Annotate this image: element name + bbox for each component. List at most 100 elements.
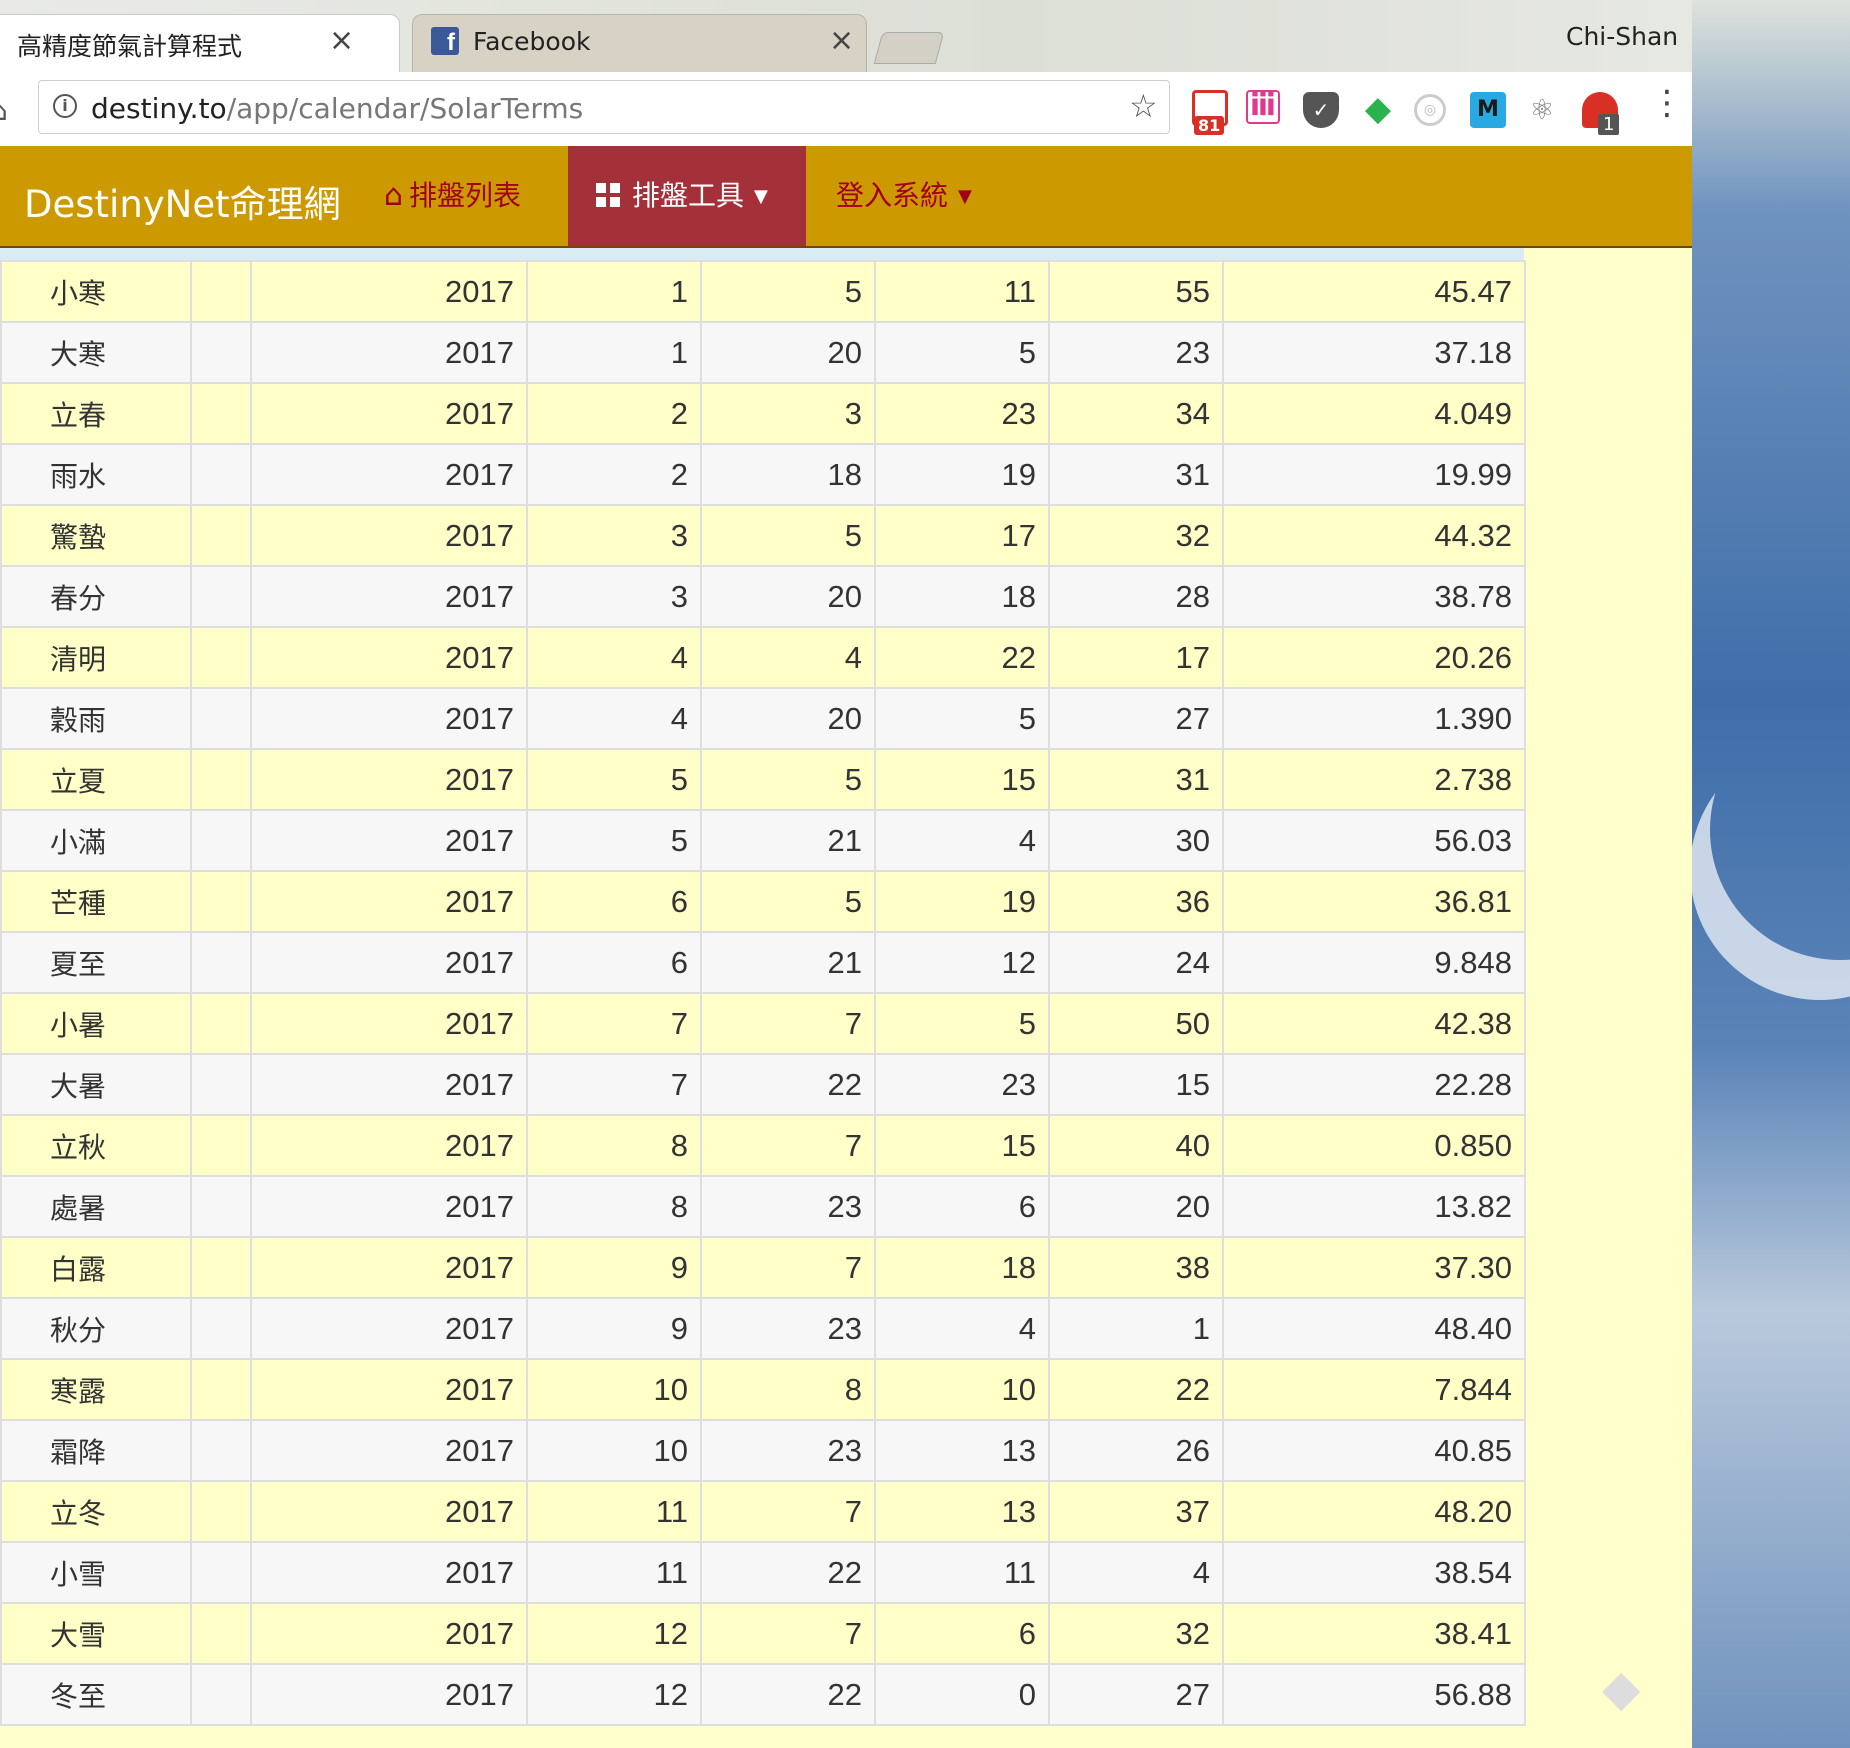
table-row: 小滿 2017 5 21 4 30 56.03 (0, 809, 1526, 872)
cell-year: 2017 (250, 1602, 528, 1665)
close-icon[interactable]: × (329, 23, 354, 58)
table-row: 大雪 2017 12 7 6 32 38.41 (0, 1602, 1526, 1665)
caret-down-icon: ▼ (754, 186, 768, 207)
react-devtools-icon[interactable]: ⚛ (1524, 92, 1560, 128)
cell-day: 23 (700, 1175, 876, 1238)
table-row: 小寒 2017 1 5 11 55 45.47 (0, 260, 1526, 323)
profile-name[interactable]: Chi-Shan (1566, 22, 1678, 51)
cell-name: 白露 (0, 1236, 192, 1299)
cell-second: 36.81 (1222, 870, 1526, 933)
nav-item-chart-list[interactable]: ⌂ 排盤列表 (384, 146, 521, 246)
cell-hour: 13 (874, 1419, 1050, 1482)
table-row: 驚蟄 2017 3 5 17 32 44.32 (0, 504, 1526, 567)
nav-item-login[interactable]: 登入系統 ▼ (836, 146, 972, 246)
feedly-icon[interactable]: ◆ (1360, 92, 1396, 128)
cell-day: 7 (700, 1236, 876, 1299)
cell-extra (190, 1541, 252, 1604)
cell-second: 40.85 (1222, 1419, 1526, 1482)
cell-month: 10 (526, 1358, 702, 1421)
cell-day: 23 (700, 1297, 876, 1360)
cell-extra (190, 1419, 252, 1482)
cell-day: 4 (700, 626, 876, 689)
cell-hour: 12 (874, 931, 1050, 994)
m-extension-icon[interactable]: M (1470, 92, 1506, 128)
nav-label: 登入系統 (836, 179, 949, 212)
browser-window: 高精度節氣計算程式 × f Facebook × Chi-Shan ⌂ i de… (0, 0, 1692, 1748)
nav-label: 排盤工具 (632, 179, 745, 212)
cell-second: 0.850 (1222, 1114, 1526, 1177)
cell-hour: 17 (874, 504, 1050, 567)
cell-month: 6 (526, 870, 702, 933)
circle-extension-icon[interactable]: ◎ (1414, 94, 1446, 126)
url-text[interactable]: destiny.to/app/calendar/SolarTerms (91, 92, 583, 125)
mmm-extension-icon[interactable]: ⅲ (1246, 90, 1280, 124)
address-bar[interactable]: i destiny.to/app/calendar/SolarTerms ☆ (38, 80, 1170, 134)
cell-month: 1 (526, 321, 702, 384)
nav-item-tools[interactable]: 排盤工具 ▼ (568, 146, 806, 246)
cell-year: 2017 (250, 1175, 528, 1238)
nav-label: 排盤列表 (409, 179, 522, 212)
menu-dots-icon[interactable]: ⋮ (1650, 86, 1684, 120)
cell-day: 21 (700, 931, 876, 994)
cell-name: 大雪 (0, 1602, 192, 1665)
close-icon[interactable]: × (829, 23, 854, 58)
home-icon[interactable]: ⌂ (0, 94, 8, 127)
cell-year: 2017 (250, 504, 528, 567)
caret-down-icon: ▼ (958, 186, 972, 207)
cell-month: 12 (526, 1602, 702, 1665)
cell-second: 19.99 (1222, 443, 1526, 506)
url-host: destiny.to (91, 92, 227, 125)
cell-year: 2017 (250, 382, 528, 445)
table-row: 夏至 2017 6 21 12 24 9.848 (0, 931, 1526, 994)
cell-extra (190, 260, 252, 323)
cell-extra (190, 382, 252, 445)
cell-name: 春分 (0, 565, 192, 628)
red-extension-badge: 1 (1598, 114, 1620, 135)
cell-name: 清明 (0, 626, 192, 689)
pocket-icon[interactable]: ✓ (1303, 92, 1339, 128)
cell-name: 秋分 (0, 1297, 192, 1360)
cell-extra (190, 1663, 252, 1726)
cell-month: 5 (526, 809, 702, 872)
cell-month: 6 (526, 931, 702, 994)
table-row: 立春 2017 2 3 23 34 4.049 (0, 382, 1526, 445)
cell-day: 18 (700, 443, 876, 506)
cell-name: 驚蟄 (0, 504, 192, 567)
tab-title: Facebook (473, 27, 591, 56)
cell-year: 2017 (250, 1358, 528, 1421)
cell-second: 42.38 (1222, 992, 1526, 1055)
cell-year: 2017 (250, 1053, 528, 1116)
cell-month: 2 (526, 443, 702, 506)
site-brand[interactable]: DestinyNet命理網 (24, 174, 341, 228)
cell-second: 44.32 (1222, 504, 1526, 567)
cell-extra (190, 1602, 252, 1665)
cell-month: 8 (526, 1175, 702, 1238)
cell-minute: 34 (1048, 382, 1224, 445)
browser-toolbar: ⌂ i destiny.to/app/calendar/SolarTerms ☆… (0, 72, 1692, 147)
bookmark-star-icon[interactable]: ☆ (1129, 87, 1158, 125)
cell-day: 23 (700, 1419, 876, 1482)
cell-extra (190, 565, 252, 628)
site-navbar: DestinyNet命理網 ⌂ 排盤列表 排盤工具 ▼ 登入系統 ▼ (0, 146, 1692, 248)
cell-second: 38.41 (1222, 1602, 1526, 1665)
feedly-float-icon[interactable]: ◆ (1602, 1663, 1650, 1713)
cell-year: 2017 (250, 809, 528, 872)
cell-year: 2017 (250, 1114, 528, 1177)
cell-hour: 13 (874, 1480, 1050, 1543)
tab-solar-terms[interactable]: 高精度節氣計算程式 × (0, 14, 400, 72)
cell-extra (190, 1480, 252, 1543)
cell-minute: 40 (1048, 1114, 1224, 1177)
cell-name: 立冬 (0, 1480, 192, 1543)
cell-minute: 1 (1048, 1297, 1224, 1360)
cell-second: 48.20 (1222, 1480, 1526, 1543)
cell-minute: 27 (1048, 1663, 1224, 1726)
cell-second: 56.03 (1222, 809, 1526, 872)
info-icon[interactable]: i (53, 94, 77, 118)
cell-minute: 28 (1048, 565, 1224, 628)
cell-hour: 0 (874, 1663, 1050, 1726)
new-tab-button[interactable] (873, 32, 945, 64)
table-row: 寒露 2017 10 8 10 22 7.844 (0, 1358, 1526, 1421)
cell-month: 4 (526, 626, 702, 689)
cell-extra (190, 687, 252, 750)
tab-facebook[interactable]: f Facebook × (412, 14, 867, 72)
